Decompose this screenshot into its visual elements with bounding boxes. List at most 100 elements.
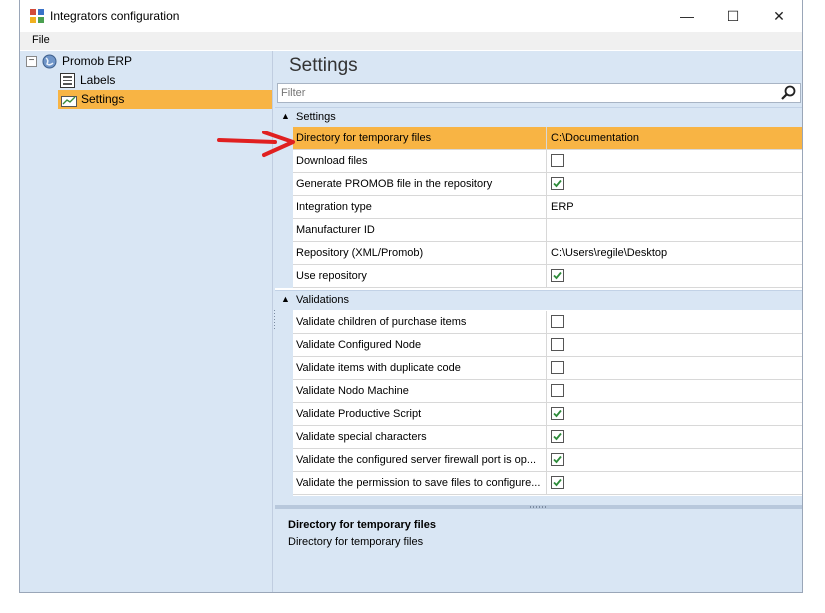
checkbox-checked[interactable] [551,476,564,489]
column-divider [546,357,547,379]
collapse-caret-icon[interactable]: ▲ [281,111,290,121]
red-arrow-annotation-icon [217,131,295,157]
category-settings[interactable]: ▲ Settings [275,107,802,127]
globe-icon [42,54,57,69]
property-row-validate-configured-node[interactable]: Validate Configured Node [293,334,802,357]
column-divider [546,334,547,356]
tree-root-label: Promob ERP [62,54,133,68]
property-row-validate-save-permission[interactable]: Validate the permission to save files to… [293,472,802,495]
column-divider [546,242,547,264]
checkbox-unchecked[interactable] [551,154,564,167]
checkbox-checked[interactable] [551,177,564,190]
checkmark-icon [553,409,562,418]
checkbox-unchecked[interactable] [551,338,564,351]
collapse-icon[interactable]: − [26,56,37,67]
property-row-integration-type[interactable]: Integration type ERP [293,196,802,219]
settings-chart-icon [61,96,77,107]
checkmark-icon [553,179,562,188]
property-name: Validate Productive Script [296,408,422,420]
app-window: Integrators configuration — ☐ ✕ File − P… [19,0,803,593]
grid-gutter [275,310,293,496]
splitter-grip[interactable] [530,506,548,508]
menu-file[interactable]: File [32,34,50,46]
checkbox-checked[interactable] [551,430,564,443]
checkbox-unchecked[interactable] [551,361,564,374]
column-divider [546,449,547,471]
column-divider [546,127,547,149]
column-divider [546,403,547,425]
property-value[interactable]: C:\Users\regile\Desktop [551,247,667,259]
search-icon[interactable] [780,85,798,101]
close-button[interactable]: ✕ [756,0,802,32]
labels-icon [60,73,75,88]
property-name: Directory for temporary files [296,132,432,144]
panel-heading: Settings [289,55,358,76]
column-divider [546,150,547,172]
property-row-validate-special-characters[interactable]: Validate special characters [293,426,802,449]
column-divider [546,380,547,402]
property-row-validate-firewall-port[interactable]: Validate the configured server firewall … [293,449,802,472]
property-row-validate-children[interactable]: Validate children of purchase items [293,311,802,334]
property-name: Validate Nodo Machine [296,385,409,397]
menu-bar: File [20,32,802,50]
property-grid: ▲ Settings Directory for temporary files… [275,107,802,496]
collapse-caret-icon[interactable]: ▲ [281,294,290,304]
property-name: Validate items with duplicate code [296,362,461,374]
checkbox-checked[interactable] [551,407,564,420]
filter-input[interactable] [281,85,776,101]
property-value[interactable]: C:\Documentation [551,132,639,144]
property-row-use-repository[interactable]: Use repository [293,265,802,288]
help-title: Directory for temporary files [288,519,436,531]
property-name: Validate special characters [296,431,427,443]
category-label: Settings [296,111,336,123]
minimize-button[interactable]: — [664,0,710,32]
column-divider [546,311,547,333]
property-name: Download files [296,155,368,167]
checkmark-icon [553,478,562,487]
property-name: Manufacturer ID [296,224,375,236]
filter-box[interactable] [277,83,801,103]
help-panel: Directory for temporary files Directory … [275,509,802,592]
column-divider [546,173,547,195]
property-value[interactable]: ERP [551,201,574,213]
app-icon [30,9,44,23]
property-row-validate-productive-script[interactable]: Validate Productive Script [293,403,802,426]
checkmark-icon [553,271,562,280]
checkmark-icon [553,432,562,441]
property-row-repository[interactable]: Repository (XML/Promob) C:\Users\regile\… [293,242,802,265]
help-description: Directory for temporary files [288,536,424,548]
property-name: Integration type [296,201,372,213]
property-name: Validate Configured Node [296,339,422,351]
column-divider [546,265,547,287]
property-name: Validate children of purchase items [296,316,467,328]
column-divider [546,426,547,448]
property-row-generate-promob[interactable]: Generate PROMOB file in the repository [293,173,802,196]
property-row-manufacturer-id[interactable]: Manufacturer ID [293,219,802,242]
property-row-validate-nodo-machine[interactable]: Validate Nodo Machine [293,380,802,403]
checkmark-icon [553,455,562,464]
checkbox-checked[interactable] [551,453,564,466]
tree-item-promob-erp[interactable]: − Promob ERP [24,52,264,71]
category-label: Validations [296,294,349,306]
property-name: Use repository [296,270,367,282]
category-validations[interactable]: ▲ Validations [275,290,802,310]
property-name: Validate the configured server firewall … [296,454,537,466]
column-divider [546,219,547,241]
property-row-directory[interactable]: Directory for temporary files C:\Documen… [293,127,802,150]
settings-panel: Settings ▲ Settings Directory for tempor… [275,51,802,592]
checkbox-checked[interactable] [551,269,564,282]
tree-item-label: Labels [80,73,116,87]
column-divider [546,472,547,494]
column-divider [546,196,547,218]
checkbox-unchecked[interactable] [551,384,564,397]
property-name: Repository (XML/Promob) [296,247,424,259]
tree-item-labels[interactable]: Labels [60,71,260,90]
property-row-download-files[interactable]: Download files [293,150,802,173]
property-name: Generate PROMOB file in the repository [296,178,493,190]
tree-item-label: Settings [81,92,125,106]
title-bar[interactable]: Integrators configuration — ☐ ✕ [20,0,802,32]
maximize-button[interactable]: ☐ [710,0,756,32]
tree-item-settings[interactable]: Settings [58,90,272,109]
checkbox-unchecked[interactable] [551,315,564,328]
property-row-validate-duplicate-code[interactable]: Validate items with duplicate code [293,357,802,380]
